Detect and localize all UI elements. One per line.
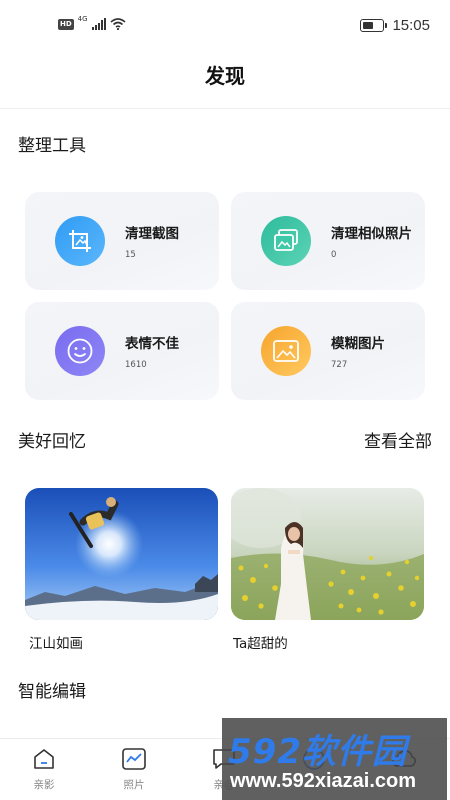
status-time: 15:05: [392, 17, 430, 34]
tool-name: 清理相似照片: [331, 226, 412, 242]
tool-card-blurry-images[interactable]: 模糊图片 727: [231, 302, 425, 400]
status-right: 15:05: [360, 17, 430, 34]
nav-label: 亲影: [33, 779, 55, 791]
tool-card-clean-similar-photos[interactable]: 清理相似照片 0: [231, 192, 425, 290]
tool-count: 1610: [125, 360, 147, 370]
tool-count: 727: [331, 360, 348, 370]
page-title: 发现: [205, 64, 245, 88]
tool-card-bad-expressions[interactable]: 表情不佳 1610: [25, 302, 219, 400]
tools-section-title: 整理工具: [18, 136, 86, 156]
view-all-link[interactable]: 查看全部: [364, 427, 432, 452]
memories-section-title: 美好回忆: [18, 432, 86, 452]
battery-level: [363, 22, 374, 29]
crop-image-icon: [55, 216, 105, 266]
tool-name: 模糊图片: [331, 336, 385, 352]
memory-caption: 江山如画: [29, 636, 83, 652]
tool-name: 清理截图: [125, 226, 179, 242]
site-watermark: 592软件园 www.592xiazai.com: [222, 718, 447, 800]
wifi-icon: [110, 18, 126, 30]
status-bar: HD 4G 15:05: [0, 0, 450, 52]
similar-photos-icon: [261, 216, 311, 266]
tool-name: 表情不佳: [125, 336, 179, 352]
memory-caption: Ta超甜的: [233, 636, 288, 652]
photos-icon: [122, 748, 146, 770]
nav-item-qinying[interactable]: 亲影: [14, 747, 74, 792]
nav-label: 照片: [123, 779, 145, 791]
memory-card-flower-field[interactable]: [231, 488, 424, 620]
signal-icon: [91, 18, 106, 30]
header-divider: [0, 108, 450, 109]
status-indicators: HD 4G: [58, 15, 126, 30]
network-type: 4G: [77, 15, 88, 23]
tool-count: 0: [331, 250, 337, 260]
watermark-brand: 592软件园: [228, 732, 407, 772]
smart-edit-section-title: 智能编辑: [18, 682, 86, 702]
blurry-image-icon: [261, 326, 311, 376]
tool-card-clean-screenshots[interactable]: 清理截图 15: [25, 192, 219, 290]
hd-badge: HD: [58, 18, 74, 30]
watermark-url: www.592xiazai.com: [230, 770, 417, 792]
memory-card-snowboard[interactable]: [25, 488, 218, 620]
battery-icon: [360, 19, 388, 32]
home-icon: [34, 749, 54, 769]
nav-item-photos[interactable]: 照片: [104, 747, 164, 792]
smiley-face-icon: [55, 326, 105, 376]
woman-in-flower-field-photo: [231, 488, 424, 620]
tool-count: 15: [125, 250, 136, 260]
snowboarder-jump-photo: [25, 488, 218, 620]
